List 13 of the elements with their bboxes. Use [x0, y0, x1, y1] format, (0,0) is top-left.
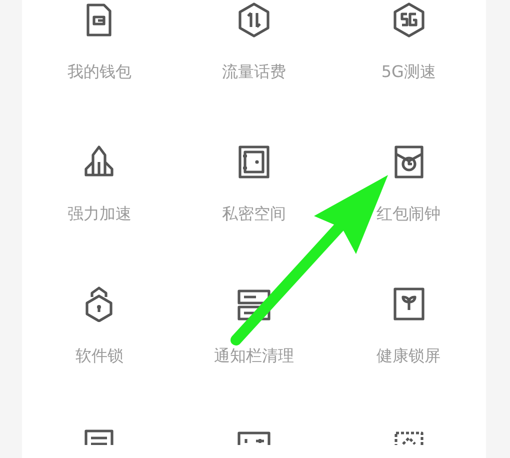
hexagon-icon[interactable]	[390, 2, 427, 38]
tool-label[interactable]: 软件锁	[75, 346, 124, 366]
sprout-icon[interactable]	[390, 286, 427, 322]
tool-label[interactable]: 通知栏清理	[214, 346, 294, 366]
tool-label[interactable]: 强力加速	[67, 204, 132, 224]
tool-label[interactable]: 5G测速	[381, 62, 436, 82]
tool-label[interactable]: 健康锁屏	[376, 346, 441, 366]
data-exchange-icon[interactable]	[236, 2, 272, 38]
tool-label[interactable]: 私密空间	[222, 204, 286, 224]
tool-label[interactable]: 红包闹钟	[376, 204, 441, 224]
tool-label[interactable]: 流量话费	[222, 62, 286, 82]
tool-label[interactable]: 我的钱包	[67, 62, 132, 82]
safe-icon[interactable]	[236, 144, 272, 180]
